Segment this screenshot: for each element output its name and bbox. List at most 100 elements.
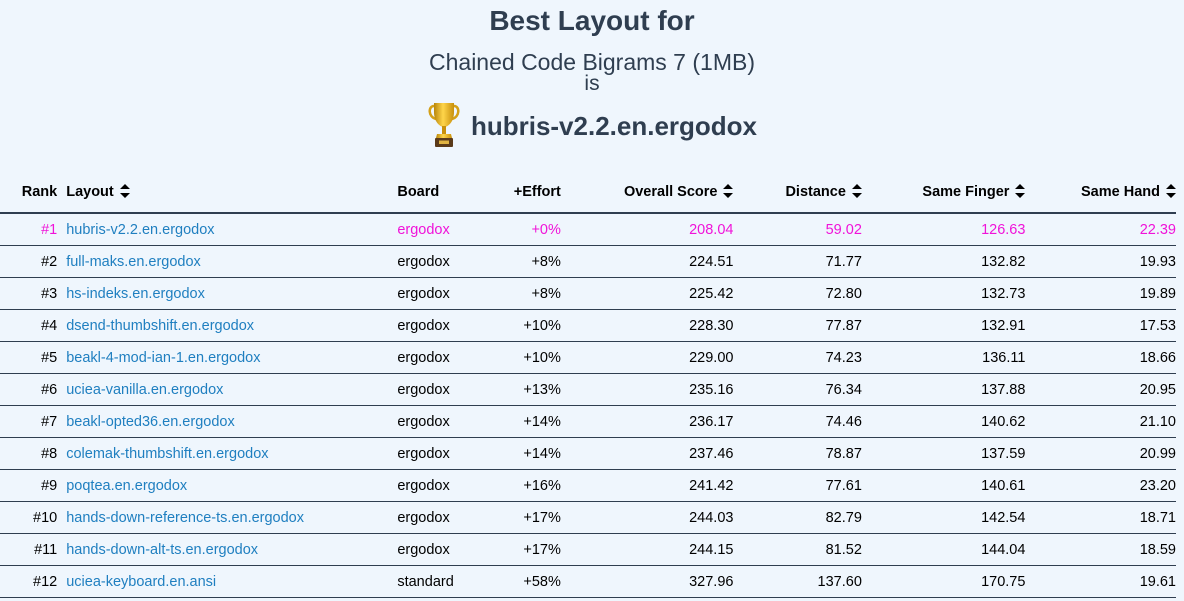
effort-cell: +16% [477,469,561,502]
layout-cell: hands-down-alt-ts.en.ergodox [66,533,398,566]
layout-link[interactable]: hs-indeks.en.ergodox [66,286,205,302]
effort-cell: +13% [477,373,561,406]
column-header-overall-score[interactable]: Overall Score [560,172,734,214]
layout-cell: hs-indeks.en.ergodox [66,277,398,310]
rank-cell: #3 [0,277,67,310]
effort-cell: +17% [477,501,561,534]
rank-cell: #9 [0,469,67,502]
sort-icon [723,184,734,198]
column-header-same-finger[interactable]: Same Finger [861,172,1026,214]
effort-cell: +10% [477,309,561,342]
page-title: Best Layout for [489,5,695,36]
layout-cell: poqtea.en.ergodox [66,469,398,502]
table-row: #5 beakl-4-mod-ian-1.en.ergodox ergodox … [0,341,1176,374]
same-hand-cell: 17.53 [1025,309,1176,342]
board-cell: ergodox [397,245,478,278]
layout-link[interactable]: uciea-keyboard.en.ansi [66,574,216,590]
layout-link[interactable]: full-maks.en.ergodox [66,254,201,270]
distance-cell: 74.46 [733,405,862,438]
rank-cell: #7 [0,405,67,438]
table-row: #4 dsend-thumbshift.en.ergodox ergodox +… [0,309,1176,342]
layout-cell: uciea-vanilla.en.ergodox [66,373,398,406]
overall-score-cell: 244.03 [560,501,734,534]
overall-score-cell: 244.15 [560,533,734,566]
layout-link[interactable]: hubris-v2.2.en.ergodox [66,222,214,238]
table-row: #3 hs-indeks.en.ergodox ergodox +8% 225.… [0,277,1176,310]
overall-score-cell: 225.42 [560,277,734,310]
same-finger-cell: 142.54 [861,501,1026,534]
layout-link[interactable]: hands-down-alt-ts.en.ergodox [66,542,258,558]
distance-cell: 74.23 [733,341,862,374]
table-row: #6 uciea-vanilla.en.ergodox ergodox +13%… [0,373,1176,406]
rank-cell: #4 [0,309,67,342]
trophy-icon [427,100,461,150]
effort-cell: +10% [477,341,561,374]
sort-icon [1166,184,1176,198]
same-finger-cell: 140.62 [861,405,1026,438]
column-header-distance[interactable]: Distance [733,172,862,214]
same-hand-cell: 21.10 [1025,405,1176,438]
table-row: #7 beakl-opted36.en.ergodox ergodox +14%… [0,405,1176,438]
board-cell: ergodox [397,373,478,406]
is-label: is [584,72,600,95]
distance-cell: 81.52 [733,533,862,566]
same-hand-cell: 19.61 [1025,565,1176,598]
table-row: #9 poqtea.en.ergodox ergodox +16% 241.42… [0,469,1176,502]
rank-cell: #5 [0,341,67,374]
rank-cell: #2 [0,245,67,278]
board-cell: ergodox [397,341,478,374]
layout-link[interactable]: beakl-4-mod-ian-1.en.ergodox [66,350,260,366]
effort-cell: +8% [477,277,561,310]
table-header-row: Rank Layout Board +Effort Overall Score … [0,172,1176,214]
same-hand-cell: 23.20 [1025,469,1176,502]
distance-cell: 72.80 [733,277,862,310]
distance-cell: 77.61 [733,469,862,502]
column-header-layout[interactable]: Layout [66,172,398,214]
layout-link[interactable]: colemak-thumbshift.en.ergodox [66,446,268,462]
board-cell: ergodox [397,533,478,566]
board-cell: ergodox [397,501,478,534]
same-hand-cell: 18.66 [1025,341,1176,374]
effort-cell: +14% [477,437,561,470]
column-header-same-hand[interactable]: Same Hand [1025,172,1176,214]
same-finger-cell: 132.73 [861,277,1026,310]
rank-cell: #10 [0,501,67,534]
table-row: #2 full-maks.en.ergodox ergodox +8% 224.… [0,245,1176,278]
rank-cell: #11 [0,533,67,566]
rank-cell: #6 [0,373,67,406]
same-hand-cell: 20.95 [1025,373,1176,406]
effort-cell: +0% [477,213,561,246]
overall-score-cell: 236.17 [560,405,734,438]
layout-cell: beakl-4-mod-ian-1.en.ergodox [66,341,398,374]
winner-layout-name: hubris-v2.2.en.ergodox [470,111,758,141]
column-header-rank: Rank [0,172,67,214]
distance-cell: 77.87 [733,309,862,342]
table-row: #11 hands-down-alt-ts.en.ergodox ergodox… [0,533,1176,566]
sort-icon [851,184,862,198]
effort-cell: +58% [477,565,561,598]
layout-link[interactable]: uciea-vanilla.en.ergodox [66,382,223,398]
overall-score-cell: 241.42 [560,469,734,502]
layout-link[interactable]: hands-down-reference-ts.en.ergodox [66,510,304,526]
layout-link[interactable]: beakl-opted36.en.ergodox [66,414,235,430]
table-row: #12 uciea-keyboard.en.ansi standard +58%… [0,565,1176,598]
same-finger-cell: 132.91 [861,309,1026,342]
overall-score-cell: 235.16 [560,373,734,406]
effort-cell: +14% [477,405,561,438]
board-cell: ergodox [397,213,478,246]
distance-cell: 82.79 [733,501,862,534]
distance-cell: 76.34 [733,373,862,406]
distance-cell: 78.87 [733,437,862,470]
same-hand-cell: 18.59 [1025,533,1176,566]
overall-score-cell: 224.51 [560,245,734,278]
layout-link[interactable]: poqtea.en.ergodox [66,478,187,494]
board-cell: ergodox [397,405,478,438]
same-hand-cell: 20.99 [1025,437,1176,470]
same-finger-cell: 144.04 [861,533,1026,566]
column-header-effort: +Effort [477,172,561,214]
distance-cell: 137.60 [733,565,862,598]
layout-link[interactable]: dsend-thumbshift.en.ergodox [66,318,254,334]
board-cell: standard [397,565,478,598]
sort-icon [1015,184,1026,198]
overall-score-cell: 327.96 [560,565,734,598]
